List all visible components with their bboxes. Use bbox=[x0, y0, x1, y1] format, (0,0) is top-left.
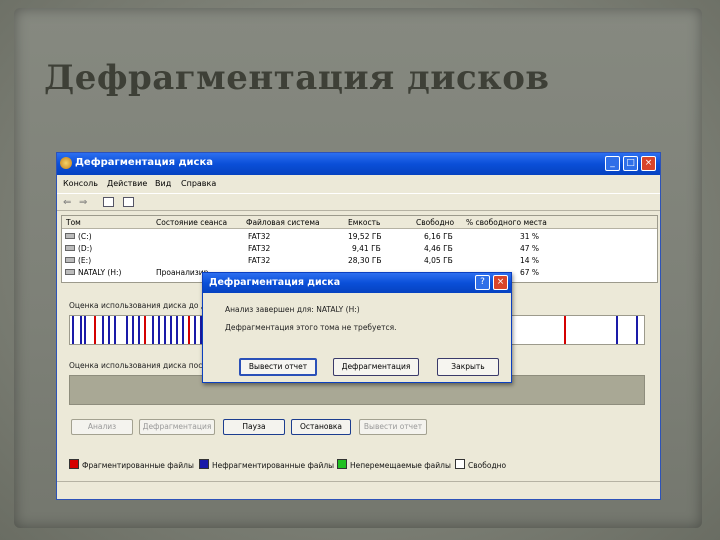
window-title: Дефрагментация диска bbox=[75, 157, 214, 168]
table-row[interactable]: (E:) FAT32 28,30 ГБ 4,05 ГБ 14 % bbox=[62, 254, 657, 266]
drive-icon bbox=[65, 257, 75, 263]
menu-bar: Консоль Действие Вид Справка bbox=[57, 176, 660, 192]
slide-title: Дефрагментация дисков bbox=[44, 58, 550, 98]
properties-icon[interactable] bbox=[123, 197, 134, 207]
pause-button[interactable]: Пауза bbox=[223, 419, 285, 435]
drive-icon bbox=[65, 233, 75, 239]
disk-map-stripe bbox=[94, 316, 96, 344]
disk-map-stripe bbox=[158, 316, 160, 344]
disk-map-stripe bbox=[636, 316, 638, 344]
disk-map-stripe bbox=[80, 316, 82, 344]
menu-view[interactable]: Вид bbox=[155, 179, 171, 188]
col-filesystem[interactable]: Файловая система bbox=[246, 218, 320, 227]
dialog-view-report-button[interactable]: Вывести отчет bbox=[239, 358, 317, 376]
status-bar bbox=[57, 481, 660, 500]
col-free-pct[interactable]: % свободного места bbox=[466, 218, 547, 227]
close-button[interactable]: × bbox=[641, 156, 656, 171]
dialog-message-1: Анализ завершен для: NATALY (H:) bbox=[225, 305, 360, 314]
menu-console[interactable]: Консоль bbox=[63, 179, 98, 188]
disk-map-stripe bbox=[114, 316, 116, 344]
legend-swatch bbox=[337, 459, 347, 469]
stop-button[interactable]: Остановка bbox=[291, 419, 351, 435]
back-arrow-icon[interactable]: ⇐ bbox=[63, 197, 71, 208]
legend-fragmented: Фрагментированные файлы bbox=[69, 459, 194, 470]
view-report-button[interactable]: Вывести отчет bbox=[359, 419, 427, 435]
col-status[interactable]: Состояние сеанса bbox=[156, 218, 227, 227]
disk-map-stripe bbox=[102, 316, 104, 344]
usage-before-label: Оценка использования диска до д... bbox=[69, 301, 214, 310]
analyze-button[interactable]: Анализ bbox=[71, 419, 133, 435]
usage-after-label: Оценка использования диска посл... bbox=[69, 361, 215, 370]
disk-map-stripe bbox=[564, 316, 566, 344]
drive-icon bbox=[65, 245, 75, 251]
disk-map-stripe bbox=[170, 316, 172, 344]
disk-map-stripe bbox=[84, 316, 86, 344]
dialog-close-button[interactable]: × bbox=[493, 275, 508, 290]
analysis-dialog: Дефрагментация диска ? × Анализ завершен… bbox=[202, 272, 512, 383]
disk-map-stripe bbox=[138, 316, 140, 344]
legend-free: Свободно bbox=[455, 459, 506, 470]
dialog-titlebar[interactable]: Дефрагментация диска ? × bbox=[203, 273, 511, 293]
legend-unmovable: Неперемещаемые файлы bbox=[337, 459, 451, 470]
legend-swatch bbox=[69, 459, 79, 469]
help-button[interactable]: ? bbox=[475, 275, 490, 290]
disk-map-stripe bbox=[188, 316, 190, 344]
legend-swatch bbox=[455, 459, 465, 469]
disk-map-stripe bbox=[176, 316, 178, 344]
disk-map-stripe bbox=[152, 316, 154, 344]
window-titlebar[interactable]: Дефрагментация диска _ □ × bbox=[57, 153, 660, 175]
disk-map-stripe bbox=[144, 316, 146, 344]
menu-help[interactable]: Справка bbox=[181, 179, 216, 188]
slide-background: Дефрагментация дисков Дефрагментация дис… bbox=[0, 0, 720, 540]
col-capacity[interactable]: Емкость bbox=[348, 218, 380, 227]
disk-map-stripe bbox=[126, 316, 128, 344]
disk-map-stripe bbox=[72, 316, 74, 344]
dialog-defrag-button[interactable]: Дефрагментация bbox=[333, 358, 419, 376]
minimize-button[interactable]: _ bbox=[605, 156, 620, 171]
col-free[interactable]: Свободно bbox=[416, 218, 454, 227]
volume-table-header: Том Состояние сеанса Файловая система Ем… bbox=[62, 216, 657, 229]
dialog-title: Дефрагментация диска bbox=[209, 277, 341, 288]
col-volume[interactable]: Том bbox=[66, 218, 81, 227]
defrag-button[interactable]: Дефрагментация bbox=[139, 419, 215, 435]
disk-map-stripe bbox=[194, 316, 196, 344]
table-row[interactable]: (C:) FAT32 19,52 ГБ 6,16 ГБ 31 % bbox=[62, 230, 657, 242]
legend-swatch bbox=[199, 459, 209, 469]
maximize-button[interactable]: □ bbox=[623, 156, 638, 171]
app-icon bbox=[60, 157, 72, 169]
menu-action[interactable]: Действие bbox=[107, 179, 147, 188]
drive-icon bbox=[65, 269, 75, 275]
disk-map-stripe bbox=[182, 316, 184, 344]
disk-map-stripe bbox=[164, 316, 166, 344]
disk-map-stripe bbox=[616, 316, 618, 344]
toolbar: ⇐ ⇒ bbox=[57, 193, 660, 211]
forward-arrow-icon[interactable]: ⇒ bbox=[79, 197, 87, 208]
table-row[interactable]: (D:) FAT32 9,41 ГБ 4,46 ГБ 47 % bbox=[62, 242, 657, 254]
disk-map-stripe bbox=[108, 316, 110, 344]
legend-contiguous: Нефрагментированные файлы bbox=[199, 459, 334, 470]
dialog-close-text-button[interactable]: Закрыть bbox=[437, 358, 499, 376]
console-tree-icon[interactable] bbox=[103, 197, 114, 207]
disk-map-stripe bbox=[132, 316, 134, 344]
dialog-message-2: Дефрагментация этого тома не требуется. bbox=[225, 323, 397, 332]
